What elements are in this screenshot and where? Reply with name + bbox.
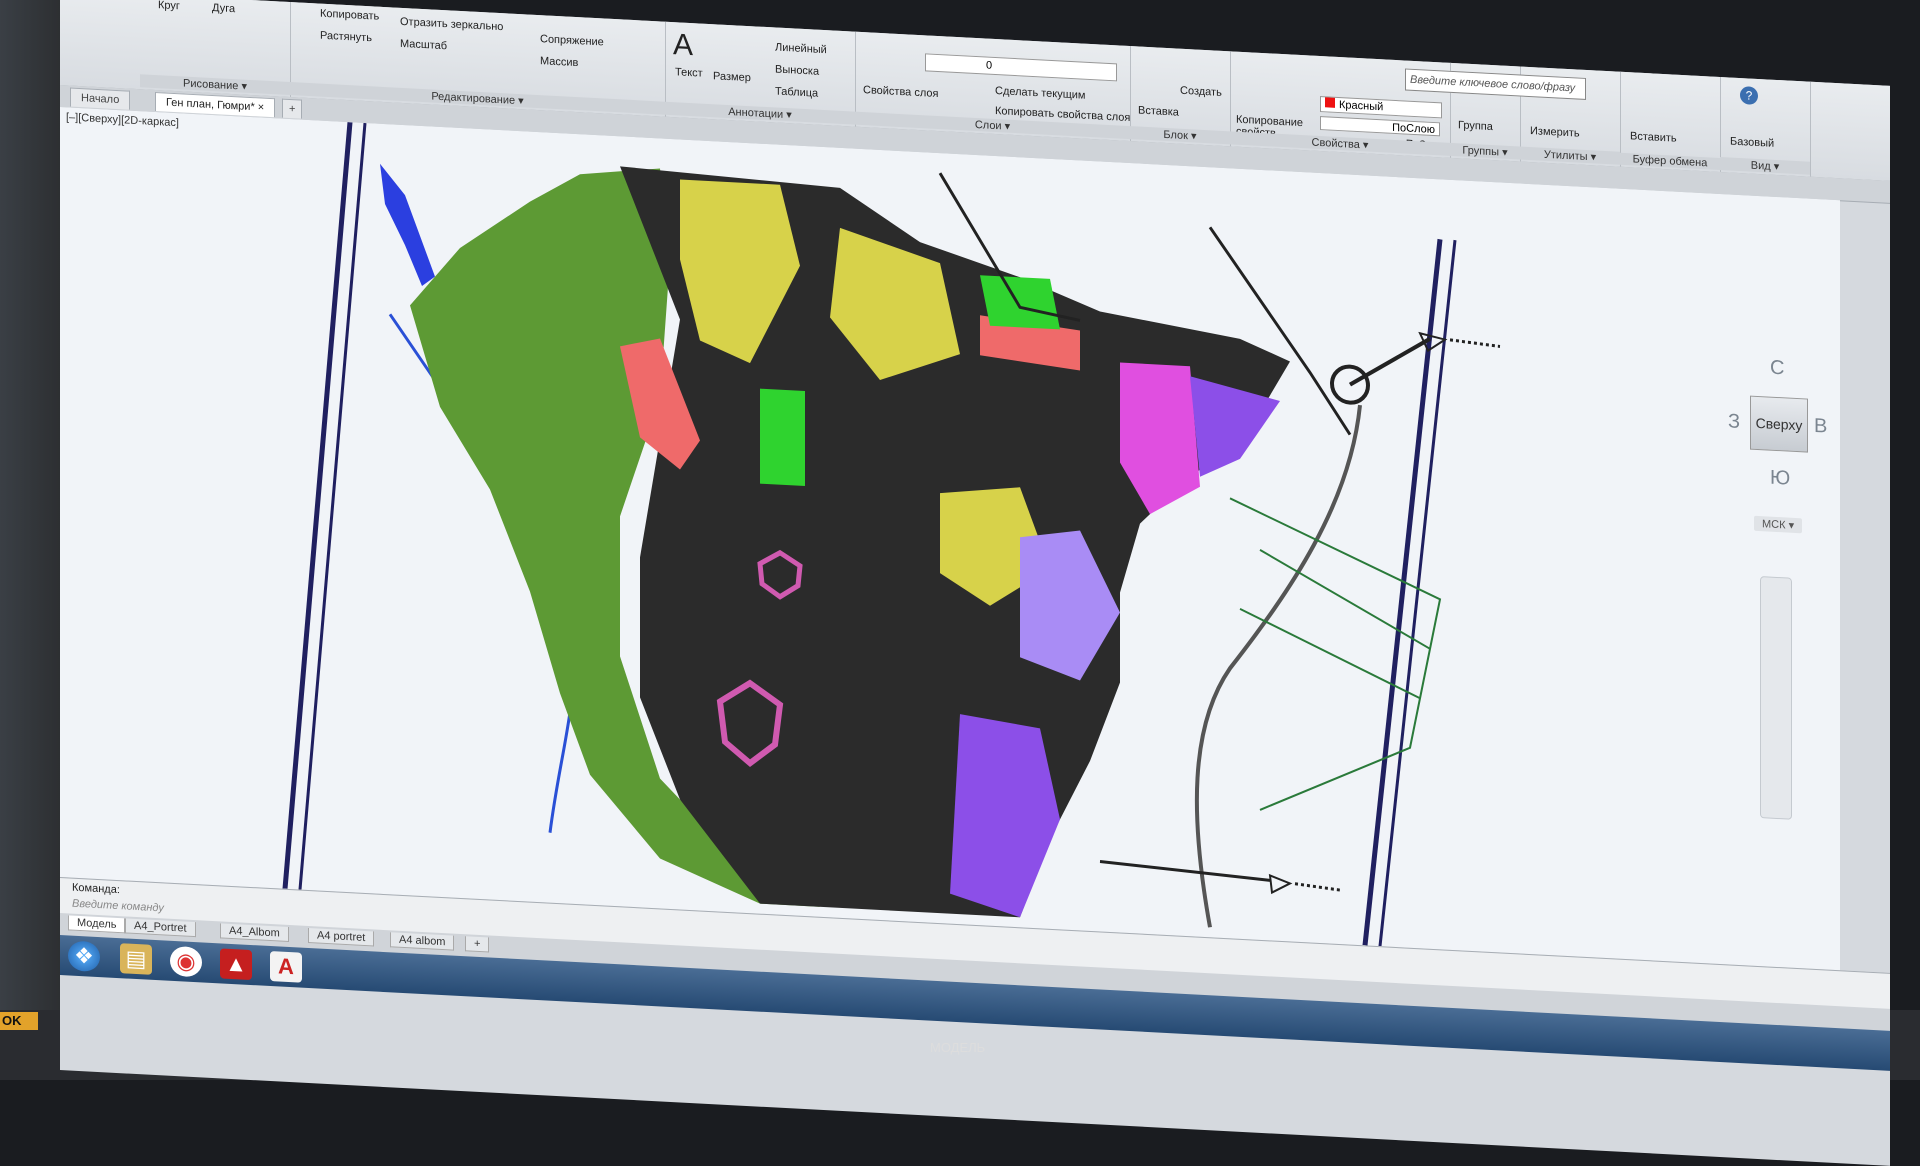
frame-line (1378, 239, 1457, 947)
ribbon-group-clipboard: Вставить Буфер обмена (1620, 71, 1721, 173)
field-outline (1239, 607, 1421, 700)
tab-start[interactable]: Начало (70, 87, 131, 110)
new-tab-button[interactable]: + (282, 98, 303, 119)
sports-field (760, 388, 805, 487)
circle-button[interactable]: Круг (158, 0, 180, 12)
linetype-value: ПоСлою (1392, 121, 1435, 137)
close-tab-icon[interactable]: × (258, 101, 264, 113)
chrome-icon[interactable]: ◉ (170, 945, 202, 978)
linear-dim-button[interactable]: Линейный (775, 41, 827, 56)
viewcube-top-face[interactable]: Сверху (1750, 395, 1808, 453)
leader-button[interactable]: Выноска (775, 63, 819, 77)
red-swatch-icon (1325, 97, 1335, 108)
mirror-button[interactable]: Отразить зеркально (400, 16, 503, 33)
special-zone (950, 714, 1060, 918)
frame-line (282, 121, 353, 890)
frame-line (1362, 238, 1443, 946)
section-arrow-icon (1418, 331, 1448, 353)
text-icon[interactable]: A (673, 28, 703, 62)
tab-layout-a4-portret[interactable]: A4_Portret (125, 918, 196, 938)
command-input[interactable]: Введите команду (72, 898, 164, 915)
ribbon-group-annotation: A Текст Размер Линейный Выноска Таблица … (665, 21, 856, 127)
ribbon-group-block: Вставка Создать Блок ▾ (1130, 46, 1231, 147)
table-button[interactable]: Таблица (775, 85, 818, 99)
compass-north[interactable]: С (1770, 357, 1784, 381)
create-block-button[interactable]: Создать (1180, 85, 1222, 99)
arc-button[interactable]: Дуга (212, 2, 235, 15)
compass-west[interactable]: З (1728, 410, 1740, 434)
add-layout-button[interactable]: + (465, 936, 490, 953)
drawing-viewport[interactable]: [–][Сверху][2D-каркас] С З В Ю Сверху МС… (60, 107, 1840, 971)
sticker-label: OK (0, 1012, 38, 1030)
scale-button[interactable]: Масштаб (400, 38, 447, 52)
viewcube[interactable]: С З В Ю Сверху МСК ▾ (1728, 335, 1827, 539)
tab-layout-a4-albom[interactable]: A4_Albom (220, 923, 289, 942)
navigation-bar[interactable] (1760, 576, 1792, 820)
text-button[interactable]: Текст (675, 66, 703, 79)
make-current-button[interactable]: Сделать текущим (995, 85, 1085, 102)
layer-dropdown[interactable]: 0 (925, 53, 1117, 82)
compass-south[interactable]: Ю (1770, 467, 1790, 491)
section-line (1294, 882, 1341, 892)
section-line (1449, 338, 1501, 348)
pdf-reader-icon[interactable]: ▲ (220, 948, 252, 981)
tab-layout-a4-albom-2[interactable]: A4 albom (390, 932, 455, 951)
layer-properties-button[interactable]: Свойства слоя (863, 84, 938, 100)
file-explorer-icon[interactable]: ▤ (120, 943, 152, 975)
dimension-button[interactable]: Размер (713, 70, 751, 84)
road-line (1348, 337, 1432, 387)
road-line (1099, 860, 1271, 882)
ribbon-group-view: Базовый Вид ▾ (1720, 76, 1811, 177)
autocad-icon[interactable]: A (270, 951, 302, 983)
ucs-dropdown[interactable]: МСК ▾ (1754, 515, 1803, 534)
array-button[interactable]: Массив (540, 55, 578, 69)
insert-block-button[interactable]: Вставка (1138, 104, 1179, 118)
frame-line (298, 122, 367, 890)
lake-shape (380, 163, 435, 286)
start-button-icon[interactable]: ❖ (68, 940, 100, 973)
command-label: Команда: (72, 881, 120, 897)
layer-value: 0 (986, 59, 993, 72)
base-view-button[interactable]: Базовый (1730, 136, 1774, 150)
tab-model[interactable]: Модель (68, 915, 126, 934)
ribbon-group-draw: Круг Дуга Рисование ▾ (140, 0, 291, 98)
compass-east[interactable]: В (1814, 415, 1827, 439)
color-dropdown[interactable]: Красный (1320, 96, 1442, 119)
fillet-button[interactable]: Сопряжение (540, 33, 604, 48)
tab-drawing-label: Ген план, Гюмри* (166, 96, 255, 114)
sports-field (980, 275, 1060, 330)
tab-layout-a4-portret-2[interactable]: A4 portret (308, 927, 375, 947)
model-status[interactable]: МОДЕЛЬ (930, 1040, 985, 1055)
copy-button[interactable]: Копировать (320, 8, 379, 23)
ribbon-group-layers: Свойства слоя 0 Сделать текущим Копирова… (855, 31, 1131, 142)
linetype-dropdown[interactable]: ПоСлою (1320, 116, 1440, 137)
city-plan-drawing (282, 121, 1501, 947)
highway-line (1194, 404, 1362, 928)
ribbon-group-properties: Копирование свойств Красный ПоСлою ПоСл.… (1230, 51, 1451, 158)
measure-button[interactable]: Измерить (1530, 125, 1580, 140)
group-button[interactable]: Группа (1458, 119, 1493, 133)
autocad-window: Круг Дуга Рисование ▾ Копировать Отразит… (60, 0, 1890, 1166)
ribbon-group-label[interactable]: Группы ▾ (1450, 142, 1520, 160)
section-arrow-icon (1268, 873, 1293, 895)
stretch-button[interactable]: Растянуть (320, 30, 372, 45)
color-value: Красный (1339, 99, 1384, 114)
paste-button[interactable]: Вставить (1630, 130, 1677, 144)
help-icon[interactable]: ? (1740, 86, 1758, 105)
